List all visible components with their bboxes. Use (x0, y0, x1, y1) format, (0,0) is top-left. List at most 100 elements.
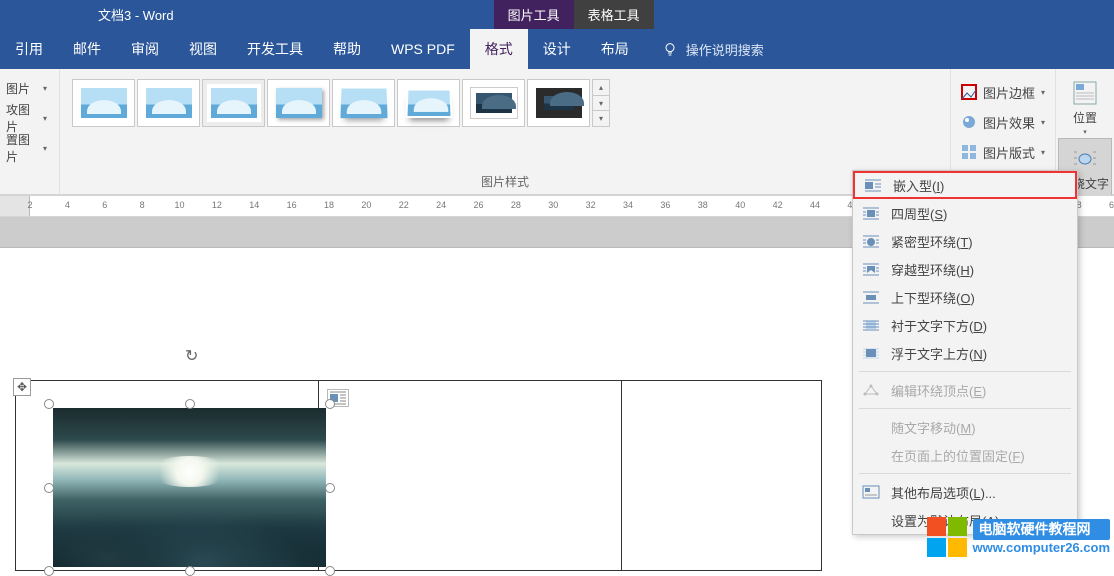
picture-style-5[interactable] (332, 79, 395, 127)
tell-me-label: 操作说明搜索 (686, 40, 764, 59)
adjust-btn-2[interactable]: 攻图片▾ (2, 103, 51, 133)
ruler-tick: 44 (810, 200, 820, 210)
resize-handle-br[interactable] (325, 566, 335, 576)
titlebar: 文档3 - Word 图片工具 表格工具 (0, 0, 1114, 29)
ruler-tick: 28 (511, 200, 521, 210)
wrap-through-icon (861, 261, 881, 277)
border-icon (961, 84, 977, 100)
contextual-tabs: 图片工具 表格工具 (494, 0, 654, 29)
resize-handle-tl[interactable] (44, 399, 54, 409)
table-cell-3[interactable] (622, 381, 822, 571)
menu-more-layout[interactable]: 其他布局选项(L)... (853, 478, 1077, 506)
ruler-tick: 24 (436, 200, 446, 210)
menu-wrap-inline[interactable]: 嵌入型(I) (853, 171, 1077, 199)
gallery-up-icon[interactable]: ▴ (593, 80, 609, 96)
picture-style-6[interactable] (397, 79, 460, 127)
site-branding: 电脑软硬件教程网 www.computer26.com (927, 517, 1111, 557)
tab-help[interactable]: 帮助 (318, 29, 376, 69)
image-content (53, 408, 326, 567)
ruler-tick: 2 (27, 200, 32, 210)
ruler-tick: 36 (660, 200, 670, 210)
ruler-tick: 38 (698, 200, 708, 210)
menu-wrap-square[interactable]: 四周型(S) (853, 199, 1077, 227)
wrap-text-menu: 嵌入型(I)四周型(S)紧密型环绕(T)穿越型环绕(H)上下型环绕(O)衬于文字… (852, 170, 1078, 535)
ruler-tick: 40 (735, 200, 745, 210)
menu-wrap-tight[interactable]: 紧密型环绕(T) (853, 227, 1077, 255)
position-button[interactable]: 位置▾ (1058, 73, 1112, 138)
ruler-tick: 34 (623, 200, 633, 210)
context-tab-table-tools[interactable]: 表格工具 (574, 0, 654, 29)
menu-fix-position: 在页面上的位置固定(F) (853, 441, 1077, 469)
edit-points-icon (861, 382, 881, 398)
tab-design[interactable]: 设计 (528, 29, 586, 69)
resize-handle-tr[interactable] (325, 399, 335, 409)
tab-mailings[interactable]: 邮件 (58, 29, 116, 69)
adjust-btn-1[interactable]: 图片▾ (2, 73, 51, 103)
table-cell-2[interactable] (319, 381, 622, 571)
tab-view[interactable]: 视图 (174, 29, 232, 69)
tab-layout[interactable]: 布局 (586, 29, 644, 69)
tab-review[interactable]: 审阅 (116, 29, 174, 69)
menu-wrap-topbot[interactable]: 上下型环绕(O) (853, 283, 1077, 311)
more-layout-icon (861, 484, 881, 500)
resize-handle-ml[interactable] (44, 483, 54, 493)
menu-wrap-front[interactable]: 浮于文字上方(N) (853, 339, 1077, 367)
picture-layout-button[interactable]: 图片版式▾ (961, 137, 1045, 167)
picture-style-4[interactable] (267, 79, 330, 127)
ruler-tick: 8 (140, 200, 145, 210)
ruler-tick: 22 (399, 200, 409, 210)
layout-icon (961, 144, 977, 160)
tab-references[interactable]: 引用 (0, 29, 58, 69)
effects-icon (961, 114, 977, 130)
gallery-scroll: ▴ ▾ ▾ (592, 79, 610, 127)
picture-style-2[interactable] (137, 79, 200, 127)
context-tab-picture-tools[interactable]: 图片工具 (494, 0, 574, 29)
menu-separator (859, 408, 1071, 409)
picture-border-button[interactable]: 图片边框▾ (961, 77, 1045, 107)
tab-format[interactable]: 格式 (470, 29, 528, 69)
wrap-text-icon (1071, 145, 1099, 173)
adjust-btn-3[interactable]: 置图片▾ (2, 133, 51, 163)
menu-wrap-through[interactable]: 穿越型环绕(H) (853, 255, 1077, 283)
ruler-tick: 20 (361, 200, 371, 210)
ruler-tick: 18 (324, 200, 334, 210)
picture-style-1[interactable] (72, 79, 135, 127)
branding-url: www.computer26.com (973, 540, 1111, 555)
selected-image[interactable] (45, 400, 334, 575)
ribbon-tabs: 引用 邮件 审阅 视图 开发工具 帮助 WPS PDF 格式 设计 布局 操作说… (0, 29, 1114, 69)
picture-style-7[interactable] (462, 79, 525, 127)
menu-separator (859, 473, 1071, 474)
wrap-inline-icon (863, 177, 883, 193)
ruler-tick: 4 (65, 200, 70, 210)
resize-handle-mr[interactable] (325, 483, 335, 493)
wrap-front-icon (861, 345, 881, 361)
picture-effects-button[interactable]: 图片效果▾ (961, 107, 1045, 137)
menu-separator (859, 371, 1071, 372)
window-title: 文档3 - Word (0, 0, 174, 29)
ruler-tick: 12 (212, 200, 222, 210)
tab-wps-pdf[interactable]: WPS PDF (376, 29, 470, 69)
ruler-tick: 10 (175, 200, 185, 210)
ruler-tick: 32 (586, 200, 596, 210)
wrap-square-icon (861, 205, 881, 221)
gallery-more-icon[interactable]: ▾ (593, 111, 609, 126)
table-move-handle[interactable]: ✥ (13, 378, 31, 396)
menu-edit-wrap-points: 编辑环绕顶点(E) (853, 376, 1077, 404)
gallery-down-icon[interactable]: ▾ (593, 96, 609, 112)
ruler-tick: 60 (1109, 200, 1114, 210)
ruler-tick: 42 (773, 200, 783, 210)
picture-styles-gallery: ▴ ▾ ▾ (68, 73, 942, 129)
picture-style-3[interactable] (202, 79, 265, 127)
tab-developer[interactable]: 开发工具 (232, 29, 318, 69)
resize-handle-bl[interactable] (44, 566, 54, 576)
tell-me-search[interactable]: 操作说明搜索 (662, 29, 764, 69)
image-rotate-handle[interactable]: ↻ (185, 346, 205, 366)
resize-handle-tm[interactable] (185, 399, 195, 409)
windows-logo-icon (927, 517, 967, 557)
menu-wrap-behind[interactable]: 衬于文字下方(D) (853, 311, 1077, 339)
position-icon (1071, 79, 1099, 107)
picture-style-8[interactable] (527, 79, 590, 127)
resize-handle-bm[interactable] (185, 566, 195, 576)
wrap-topbot-icon (861, 289, 881, 305)
ruler-tick: 6 (102, 200, 107, 210)
